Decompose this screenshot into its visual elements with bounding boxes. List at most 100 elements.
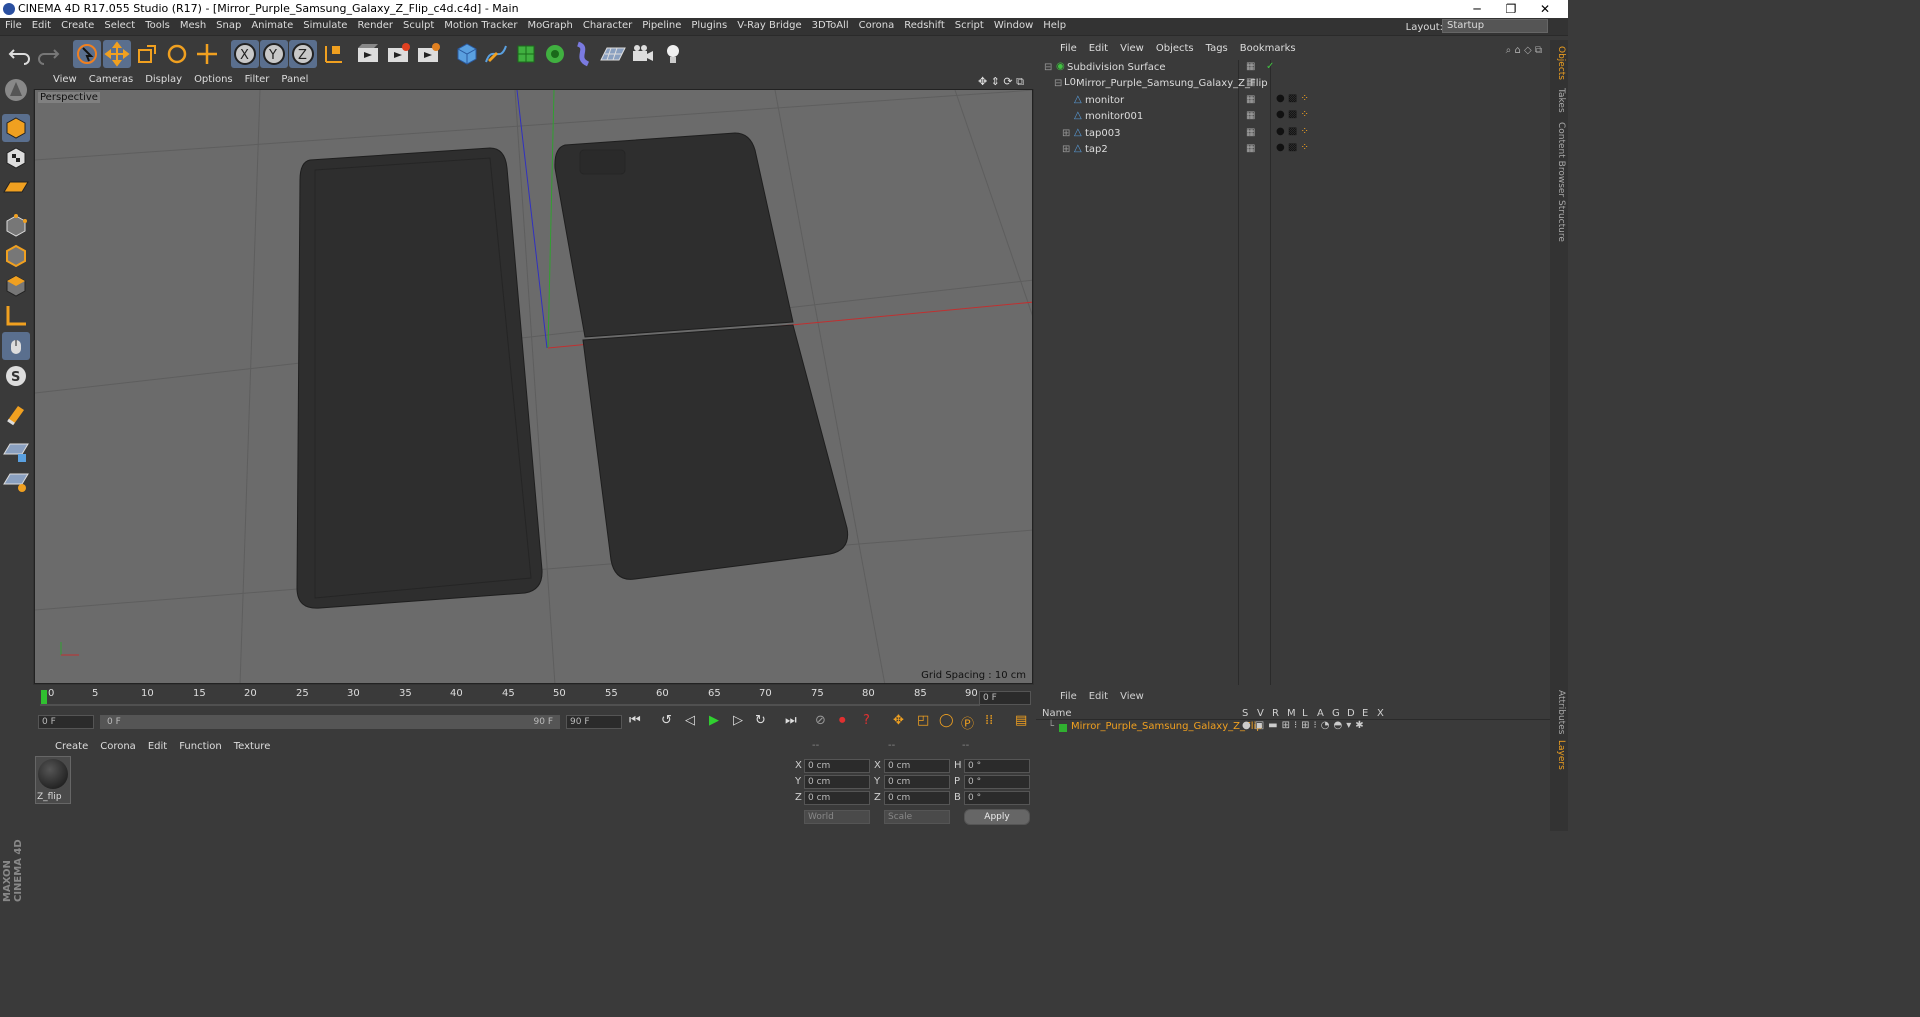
- obj-menu-edit[interactable]: Edit: [1083, 40, 1114, 57]
- coordinate-mode-select[interactable]: World: [804, 810, 870, 824]
- floor-object-icon[interactable]: [599, 40, 627, 68]
- viewport-menu-panel[interactable]: Panel: [275, 72, 314, 87]
- visibility-toggle-icon[interactable]: ▦: [1246, 143, 1255, 154]
- mat-menu-function[interactable]: Function: [173, 739, 228, 754]
- position-z-field[interactable]: 0 cm: [804, 791, 870, 805]
- z-axis-lock-icon[interactable]: Z: [289, 40, 317, 68]
- visibility-toggle-icon[interactable]: ▦: [1246, 110, 1255, 121]
- points-mode-icon[interactable]: [2, 212, 30, 240]
- obj-menu-bookmarks[interactable]: Bookmarks: [1234, 40, 1302, 57]
- tab-content-browser[interactable]: Content Browser: [1552, 122, 1566, 197]
- mat-menu-texture[interactable]: Texture: [228, 739, 277, 754]
- material-swatch[interactable]: Z_flip: [35, 756, 71, 804]
- texture-mode-icon[interactable]: [2, 144, 30, 172]
- menu-vray-bridge[interactable]: V-Ray Bridge: [732, 18, 806, 33]
- transform-tool-icon[interactable]: [193, 40, 221, 68]
- object-row[interactable]: △ monitor ▦ ● ▩ ⁘: [1040, 93, 1548, 109]
- menu-animate[interactable]: Animate: [246, 18, 298, 33]
- menu-redshift[interactable]: Redshift: [899, 18, 950, 33]
- viewport-menu-filter[interactable]: Filter: [239, 72, 276, 87]
- object-row[interactable]: ⊟ L0 Mirror_Purple_Samsung_Galaxy_Z_Flip…: [1040, 76, 1548, 92]
- visibility-toggle-icon[interactable]: ▦: [1246, 61, 1255, 72]
- previous-key-icon[interactable]: ↺: [661, 713, 672, 728]
- rotate-tool-icon[interactable]: [163, 40, 191, 68]
- menu-help[interactable]: Help: [1038, 18, 1071, 33]
- tab-takes[interactable]: Takes: [1552, 88, 1566, 113]
- menu-window[interactable]: Window: [989, 18, 1038, 33]
- timeline-window-icon[interactable]: ▤: [1015, 713, 1027, 728]
- mat-menu-create[interactable]: Create: [49, 739, 94, 754]
- y-axis-lock-icon[interactable]: Y: [260, 40, 288, 68]
- menu-select[interactable]: Select: [99, 18, 140, 33]
- cube-object-icon[interactable]: [453, 40, 481, 68]
- expand-icon[interactable]: ⊞: [1062, 128, 1070, 139]
- goto-start-icon[interactable]: ⏮: [629, 713, 641, 728]
- menu-create[interactable]: Create: [56, 18, 99, 33]
- object-row[interactable]: ⊞ △ tap2 ▦ ● ▩ ⁘: [1040, 142, 1548, 158]
- workplane-mode-icon[interactable]: [2, 174, 30, 202]
- collapse-icon[interactable]: ⊟: [1044, 62, 1052, 73]
- tweak-mode-icon[interactable]: [2, 332, 30, 360]
- position-y-field[interactable]: 0 cm: [804, 775, 870, 789]
- move-tool-icon[interactable]: [103, 40, 131, 68]
- size-x-field[interactable]: 0 cm: [884, 759, 950, 773]
- layer-menu-view[interactable]: View: [1114, 689, 1150, 704]
- start-frame-field[interactable]: 0 F: [38, 715, 94, 729]
- coordinate-system-icon[interactable]: [320, 40, 348, 68]
- collapse-icon[interactable]: ⊟: [1054, 78, 1062, 89]
- camera-object-icon[interactable]: [629, 40, 657, 68]
- rotation-p-field[interactable]: 0 °: [964, 775, 1030, 789]
- search-icon[interactable]: ⌕ ⌂ ◇ ⧉: [1500, 42, 1548, 59]
- visibility-toggle-icon[interactable]: ▦: [1246, 127, 1255, 138]
- layer-row[interactable]: └ Mirror_Purple_Samsung_Galaxy_Z_Flip ●▣…: [1036, 720, 1550, 735]
- key-position-icon[interactable]: ✥: [893, 713, 904, 728]
- apply-button[interactable]: Apply: [964, 809, 1030, 825]
- axis-mode-icon[interactable]: [2, 302, 30, 330]
- subdivision-surface-icon[interactable]: [512, 40, 540, 68]
- workplane-grid-icon[interactable]: [2, 468, 30, 496]
- x-axis-lock-icon[interactable]: X: [231, 40, 259, 68]
- menu-3dtoall[interactable]: 3DToAll: [807, 18, 854, 33]
- layer-menu-edit[interactable]: Edit: [1083, 689, 1114, 704]
- render-settings-icon[interactable]: [414, 40, 442, 68]
- play-icon[interactable]: ▶: [709, 713, 719, 728]
- cloner-icon[interactable]: [541, 40, 569, 68]
- redo-icon[interactable]: [34, 40, 62, 68]
- tab-objects[interactable]: Objects: [1552, 46, 1566, 80]
- goto-end-icon[interactable]: ⏭: [785, 713, 797, 728]
- previous-frame-icon[interactable]: ◁: [685, 713, 695, 728]
- obj-menu-tags[interactable]: Tags: [1200, 40, 1234, 57]
- visibility-toggle-icon[interactable]: ▦: [1246, 94, 1255, 105]
- deformer-icon[interactable]: [570, 40, 598, 68]
- key-scale-icon[interactable]: ◰: [917, 713, 929, 728]
- mat-menu-edit[interactable]: Edit: [142, 739, 173, 754]
- size-z-field[interactable]: 0 cm: [884, 791, 950, 805]
- obj-menu-file[interactable]: File: [1054, 40, 1083, 57]
- keyframe-selection-icon[interactable]: ?: [863, 713, 870, 728]
- material-tag-icon[interactable]: ● ▩ ⁘: [1276, 142, 1309, 153]
- enabled-check-icon[interactable]: ✓: [1266, 61, 1274, 72]
- light-object-icon[interactable]: [659, 40, 687, 68]
- key-pla-icon[interactable]: ⁞⁞: [985, 713, 993, 728]
- material-tag-icon[interactable]: ● ▩ ⁘: [1276, 109, 1309, 120]
- next-key-icon[interactable]: ↻: [755, 713, 766, 728]
- model-mode-icon[interactable]: [2, 114, 30, 142]
- rotation-b-field[interactable]: 0 °: [964, 791, 1030, 805]
- viewport-menu-view[interactable]: View: [47, 72, 83, 87]
- edges-mode-icon[interactable]: [2, 242, 30, 270]
- viewport-menu-display[interactable]: Display: [139, 72, 188, 87]
- menu-render[interactable]: Render: [352, 18, 398, 33]
- menu-plugins[interactable]: Plugins: [686, 18, 732, 33]
- menu-simulate[interactable]: Simulate: [298, 18, 352, 33]
- object-row[interactable]: ⊞ △ tap003 ▦ ● ▩ ⁘: [1040, 126, 1548, 142]
- magnet-icon[interactable]: [2, 400, 30, 428]
- menu-script[interactable]: Script: [950, 18, 989, 33]
- autokey-icon[interactable]: ⏺: [839, 713, 846, 728]
- render-view-icon[interactable]: [354, 40, 382, 68]
- record-keys-icon[interactable]: ⊘: [815, 713, 826, 728]
- polygons-mode-icon[interactable]: [2, 272, 30, 300]
- frame-range-slider[interactable]: 0 F 90 F: [100, 715, 560, 729]
- key-rotation-icon[interactable]: ◯: [939, 713, 954, 728]
- layer-menu-file[interactable]: File: [1054, 689, 1083, 704]
- menu-pipeline[interactable]: Pipeline: [637, 18, 686, 33]
